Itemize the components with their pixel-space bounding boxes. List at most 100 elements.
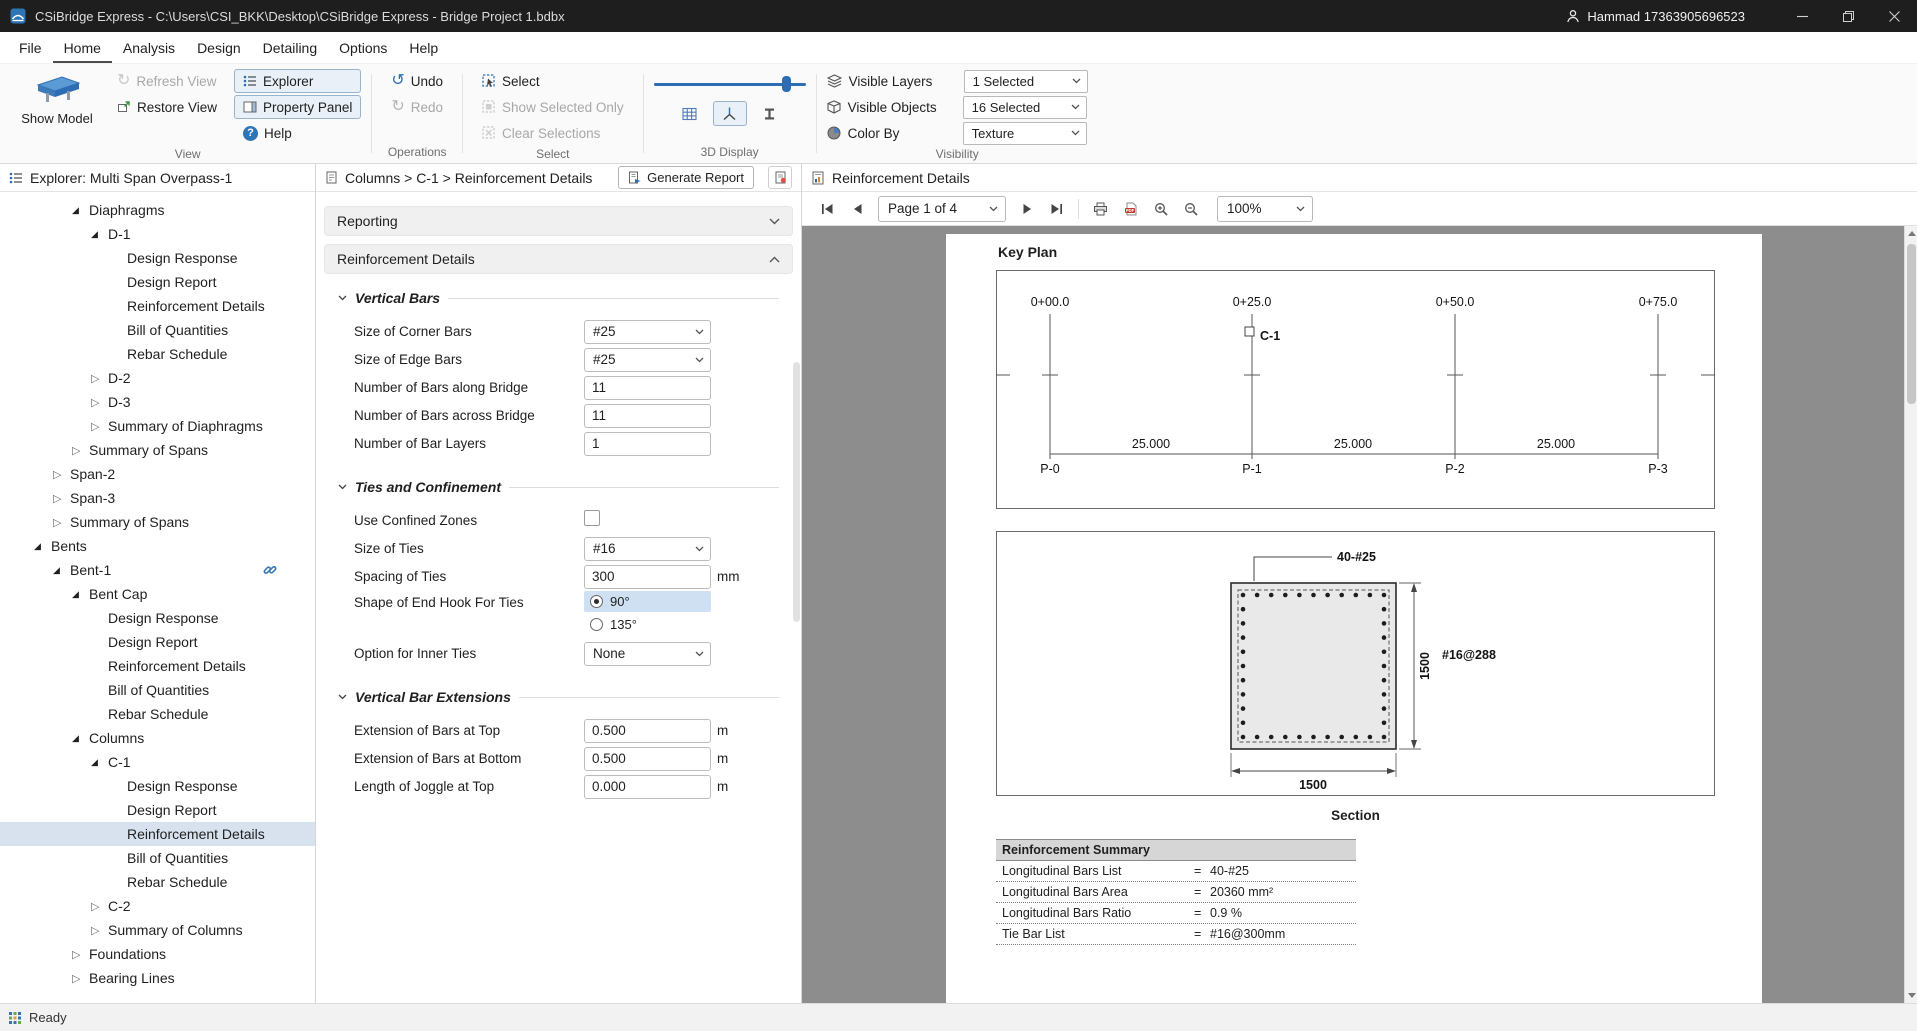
tree-item-design-response[interactable]: Design Response xyxy=(0,606,315,630)
visible-layers-dropdown[interactable]: 1 Selected xyxy=(964,70,1088,93)
spacing-of-ties-input[interactable] xyxy=(584,565,711,589)
tree-collapse-icon[interactable]: ◢ xyxy=(34,541,51,552)
close-button[interactable] xyxy=(1871,0,1917,32)
tree-item-span-2[interactable]: ▷Span-2 xyxy=(0,462,315,486)
zoom-level-dropdown[interactable]: 100% xyxy=(1217,196,1313,222)
tree-item-bent-1[interactable]: ◢Bent-1 xyxy=(0,558,315,582)
size-of-ties-select[interactable]: #16 xyxy=(584,537,711,561)
tree-item-d-3[interactable]: ▷D-3 xyxy=(0,390,315,414)
menu-design[interactable]: Design xyxy=(186,34,252,63)
ties-subsection-header[interactable]: Ties and Confinement xyxy=(338,479,779,495)
size-of-edge-bars-select[interactable]: #25 xyxy=(584,348,711,372)
tree-item-bill-of-quantities[interactable]: Bill of Quantities xyxy=(0,318,315,342)
color-by-dropdown[interactable]: Texture xyxy=(963,122,1087,145)
tree-collapse-icon[interactable]: ◢ xyxy=(53,565,70,576)
extension-top-input[interactable] xyxy=(584,719,711,743)
user-account-button[interactable]: Hammad 17363905696523 xyxy=(1566,9,1745,24)
refresh-view-button[interactable]: ↻ Refresh View xyxy=(108,69,226,93)
clear-selections-button[interactable]: Clear Selections xyxy=(473,121,633,145)
tree-item-rebar-schedule[interactable]: Rebar Schedule xyxy=(0,342,315,366)
property-panel-toggle-button[interactable]: Property Panel xyxy=(234,95,361,119)
tree-item-summary-of-spans[interactable]: ▷Summary of Spans xyxy=(0,510,315,534)
hook-135-option[interactable]: 135° xyxy=(584,614,711,635)
undo-button[interactable]: ↺ Undo xyxy=(382,69,452,93)
extension-bottom-input[interactable] xyxy=(584,747,711,771)
tree-item-summary-of-columns[interactable]: ▷Summary of Columns xyxy=(0,918,315,942)
tree-expand-icon[interactable]: ▷ xyxy=(91,924,108,937)
tree-item-design-response[interactable]: Design Response xyxy=(0,246,315,270)
tree-item-d-2[interactable]: ▷D-2 xyxy=(0,366,315,390)
vertical-bars-subsection-header[interactable]: Vertical Bars xyxy=(338,290,779,306)
inner-ties-select[interactable]: None xyxy=(584,642,711,666)
previous-page-button[interactable] xyxy=(844,196,871,222)
show-selected-only-button[interactable]: Show Selected Only xyxy=(473,95,633,119)
tree-collapse-icon[interactable]: ◢ xyxy=(72,589,89,600)
tree-expand-icon[interactable]: ▷ xyxy=(53,468,70,481)
tree-item-reinforcement-details[interactable]: Reinforcement Details xyxy=(0,822,315,846)
tree-item-design-report[interactable]: Design Report xyxy=(0,270,315,294)
report-scrollbar[interactable] xyxy=(1904,226,1917,1003)
zoom-out-button[interactable] xyxy=(1177,196,1204,222)
hook-90-option[interactable]: 90° xyxy=(584,591,711,612)
tree-item-bearing-lines[interactable]: ▷Bearing Lines xyxy=(0,966,315,990)
tree-item-c-1[interactable]: ◢C-1 xyxy=(0,750,315,774)
size-of-corner-bars-select[interactable]: #25 xyxy=(584,320,711,344)
help-button[interactable]: ? Help xyxy=(234,121,361,145)
tree-collapse-icon[interactable]: ◢ xyxy=(91,757,108,768)
select-button[interactable]: Select xyxy=(473,69,633,93)
restore-view-button[interactable]: Restore View xyxy=(108,95,226,119)
menu-home[interactable]: Home xyxy=(53,34,112,63)
explorer-toggle-button[interactable]: Explorer xyxy=(234,69,361,93)
reporting-section-header[interactable]: Reporting xyxy=(324,206,793,236)
tree-item-foundations[interactable]: ▷Foundations xyxy=(0,942,315,966)
show-model-button[interactable]: Show Model xyxy=(14,69,100,126)
properties-scrollbar-thumb[interactable] xyxy=(793,362,800,622)
3d-view-slider[interactable] xyxy=(654,75,806,93)
tree-item-d-1[interactable]: ◢D-1 xyxy=(0,222,315,246)
extensions-subsection-header[interactable]: Vertical Bar Extensions xyxy=(338,689,779,705)
girder-section-button[interactable] xyxy=(753,101,787,126)
menu-detailing[interactable]: Detailing xyxy=(252,34,328,63)
slider-handle[interactable] xyxy=(782,76,791,92)
tree-expand-icon[interactable]: ▷ xyxy=(72,948,89,961)
tree-item-rebar-schedule[interactable]: Rebar Schedule xyxy=(0,702,315,726)
generate-report-button[interactable]: Generate Report xyxy=(618,166,754,189)
tree-item-design-report[interactable]: Design Report xyxy=(0,798,315,822)
report-scrollbar-thumb[interactable] xyxy=(1907,244,1916,404)
redo-button[interactable]: ↻ Redo xyxy=(382,95,452,119)
bars-along-bridge-input[interactable] xyxy=(584,376,711,400)
tree-item-diaphragms[interactable]: ◢Diaphragms xyxy=(0,198,315,222)
tree-expand-icon[interactable]: ▷ xyxy=(53,492,70,505)
tree-expand-icon[interactable]: ▷ xyxy=(72,972,89,985)
tree-expand-icon[interactable]: ▷ xyxy=(91,396,108,409)
tree-item-design-report[interactable]: Design Report xyxy=(0,630,315,654)
tree-item-reinforcement-details[interactable]: Reinforcement Details xyxy=(0,654,315,678)
tree-expand-icon[interactable]: ▷ xyxy=(91,420,108,433)
tree-item-c-2[interactable]: ▷C-2 xyxy=(0,894,315,918)
tree-collapse-icon[interactable]: ◢ xyxy=(72,733,89,744)
menu-options[interactable]: Options xyxy=(328,34,398,63)
tree-collapse-icon[interactable]: ◢ xyxy=(72,205,89,216)
first-page-button[interactable] xyxy=(814,196,841,222)
export-pdf-button[interactable]: PDF xyxy=(1117,196,1144,222)
joggle-length-input[interactable] xyxy=(584,775,711,799)
minimize-button[interactable] xyxy=(1779,0,1825,32)
tree-item-span-3[interactable]: ▷Span-3 xyxy=(0,486,315,510)
tree-item-bent-cap[interactable]: ◢Bent Cap xyxy=(0,582,315,606)
tree-item-reinforcement-details[interactable]: Reinforcement Details xyxy=(0,294,315,318)
tree-item-bents[interactable]: ◢Bents xyxy=(0,534,315,558)
maximize-button[interactable] xyxy=(1825,0,1871,32)
bars-across-bridge-input[interactable] xyxy=(584,404,711,428)
tree-item-columns[interactable]: ◢Columns xyxy=(0,726,315,750)
bar-layers-input[interactable] xyxy=(584,432,711,456)
tree-item-design-response[interactable]: Design Response xyxy=(0,774,315,798)
menu-analysis[interactable]: Analysis xyxy=(112,34,186,63)
tree-collapse-icon[interactable]: ◢ xyxy=(91,229,108,240)
visible-objects-dropdown[interactable]: 16 Selected xyxy=(963,96,1087,119)
tree-expand-icon[interactable]: ▷ xyxy=(91,372,108,385)
last-page-button[interactable] xyxy=(1043,196,1070,222)
grid-view-button[interactable] xyxy=(673,101,707,126)
tree-expand-icon[interactable]: ▷ xyxy=(53,516,70,529)
scroll-up-icon[interactable] xyxy=(1908,231,1916,236)
tree-item-summary-of-spans[interactable]: ▷Summary of Spans xyxy=(0,438,315,462)
